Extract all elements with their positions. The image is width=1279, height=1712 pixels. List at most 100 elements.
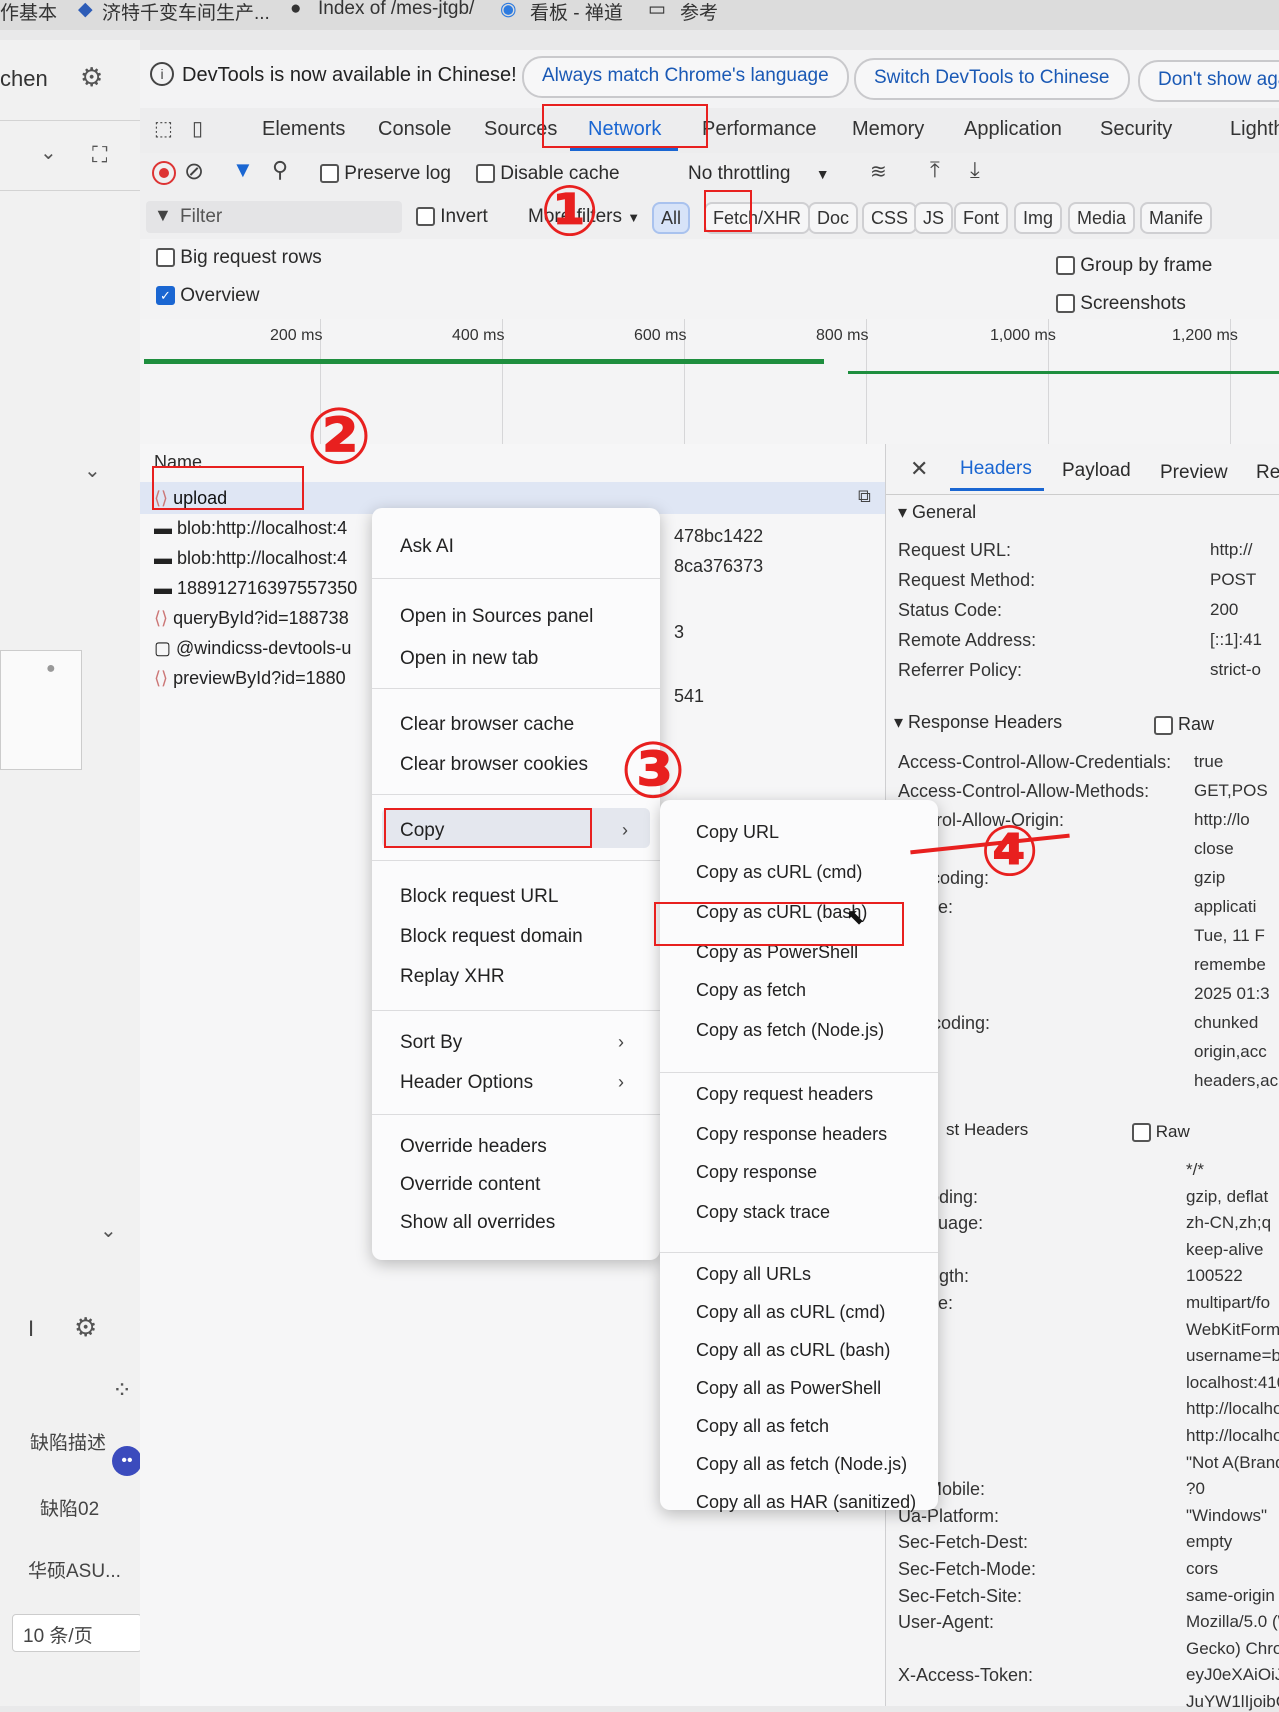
screenshots-checkbox[interactable]: Screenshots [1056, 293, 1186, 315]
table-row[interactable]: ▬ blob:http://localhost:4 [154, 548, 347, 569]
tab-payload[interactable]: Payload [1062, 460, 1131, 482]
menu-item-sort-by[interactable]: Sort By [400, 1032, 462, 1054]
chevron-down-icon[interactable]: ⌄ [100, 1218, 117, 1243]
annotation-number: ② [306, 392, 373, 482]
menu-item-clear-cookies[interactable]: Clear browser cookies [400, 754, 588, 776]
table-row[interactable]: ▬ 188912716397557350 [154, 578, 357, 599]
invert-checkbox[interactable]: Invert [416, 206, 488, 228]
table-row[interactable]: ⟨⟩ queryById?id=188738 [154, 608, 349, 629]
throttling-select[interactable]: No throttling ▼ [688, 163, 830, 185]
raw-checkbox[interactable]: Raw [1154, 714, 1214, 735]
open-in-panel-icon[interactable]: ⧉ [858, 486, 871, 507]
tab-headers[interactable]: Headers [960, 458, 1032, 480]
device-toggle-icon[interactable]: ▯ [192, 116, 203, 141]
filter-type-img[interactable]: Img [1014, 202, 1063, 234]
menu-item-header-options[interactable]: Header Options [400, 1072, 533, 1094]
tab-preview[interactable]: Preview [1160, 462, 1228, 484]
submenu-item[interactable]: Copy URL [696, 822, 779, 843]
submenu-item[interactable]: Copy response [696, 1162, 817, 1183]
submenu-item[interactable]: Copy all as fetch [696, 1416, 829, 1437]
clear-icon[interactable]: ● [46, 660, 56, 678]
request-headers-title[interactable]: st Headers [946, 1120, 1028, 1140]
close-icon[interactable]: ✕ [910, 456, 928, 482]
header-value: gzip [1194, 868, 1226, 887]
bookmark-item[interactable]: Index of /mes-jtgb/ [318, 0, 474, 20]
gear-icon[interactable]: ⚙ [80, 62, 103, 93]
tab-elements[interactable]: Elements [262, 118, 345, 141]
raw-checkbox[interactable]: Raw [1132, 1122, 1190, 1143]
filter-icon[interactable]: ▼ [232, 157, 254, 183]
assistant-icon[interactable]: •• [112, 1446, 142, 1476]
grid-icon[interactable]: ⁘ [112, 1376, 132, 1405]
inspect-icon[interactable]: ⬚ [154, 116, 173, 141]
general-section-toggle[interactable]: ▾ General [898, 502, 976, 523]
fullscreen-icon[interactable]: ⛶ [92, 142, 107, 168]
chevron-down-icon[interactable]: ⌄ [40, 140, 57, 165]
submenu-item[interactable]: Copy as fetch [696, 980, 806, 1001]
bookmark-item[interactable]: 参考 [680, 0, 718, 25]
submenu-item[interactable]: Copy all as cURL (cmd) [696, 1302, 885, 1323]
submenu-item[interactable]: Copy as fetch (Node.js) [696, 1020, 884, 1041]
menu-item-clear-cache[interactable]: Clear browser cache [400, 714, 574, 736]
response-headers-toggle[interactable]: ▾ Response Headers [894, 712, 1062, 733]
submenu-item[interactable]: Copy response headers [696, 1124, 887, 1145]
table-row[interactable]: ▢ @windicss-devtools-u [154, 638, 351, 659]
table-row[interactable]: ▬ blob:http://localhost:4 [154, 518, 347, 539]
menu-item-override-headers[interactable]: Override headers [400, 1136, 547, 1158]
bookmark-item[interactable]: 济特千变车间生产... [102, 0, 270, 25]
dont-show-button[interactable]: Don't show aga [1138, 60, 1279, 102]
filter-type-js[interactable]: JS [914, 202, 954, 234]
textarea[interactable] [0, 650, 82, 770]
filter-type-font[interactable]: Font [954, 202, 1009, 234]
menu-item-open-sources[interactable]: Open in Sources panel [400, 606, 593, 628]
submenu-item[interactable]: Copy all as fetch (Node.js) [696, 1454, 907, 1475]
record-icon[interactable] [152, 161, 176, 185]
submenu-item[interactable]: Copy all as PowerShell [696, 1378, 881, 1399]
network-conditions-icon[interactable]: ≋ [870, 159, 887, 184]
gear-icon[interactable]: ⚙ [74, 1312, 97, 1343]
submenu-item[interactable]: Copy all URLs [696, 1264, 811, 1285]
overview-checkbox[interactable]: ✓ Overview [156, 285, 259, 307]
big-rows-checkbox[interactable]: Big request rows [156, 247, 322, 269]
tab-memory[interactable]: Memory [852, 118, 924, 141]
submenu-item[interactable]: Copy all as HAR (sanitized) [696, 1492, 916, 1513]
submenu-item[interactable]: Copy request headers [696, 1084, 873, 1105]
table-row[interactable]: ⟨⟩ previewById?id=1880 [154, 668, 346, 689]
filter-type-all[interactable]: All [652, 202, 691, 234]
menu-item-replay-xhr[interactable]: Replay XHR [400, 966, 505, 988]
submenu-item[interactable]: Copy as cURL (cmd) [696, 862, 862, 883]
download-icon[interactable]: ⤓ [970, 157, 980, 183]
filter-type-doc[interactable]: Doc [808, 202, 859, 234]
tab-lighthouse[interactable]: Lighth [1230, 118, 1279, 141]
menu-item-ask-ai[interactable]: Ask AI [400, 536, 454, 558]
page-size-select[interactable]: 10 条/页 [12, 1614, 142, 1652]
clear-icon[interactable]: ⊘ [184, 157, 204, 186]
search-icon[interactable]: ⚲ [272, 157, 288, 183]
tab-application[interactable]: Application [964, 118, 1062, 141]
filter-type-css[interactable]: CSS [862, 202, 918, 234]
text-format-icon[interactable]: I [28, 1316, 34, 1342]
menu-item-open-new-tab[interactable]: Open in new tab [400, 648, 538, 670]
bookmark-item[interactable]: 看板 - 禅道 [530, 0, 623, 25]
filter-input[interactable]: ▼ Filter [146, 201, 402, 233]
bookmark-item[interactable]: 作基本 [0, 0, 57, 25]
group-by-frame-checkbox[interactable]: Group by frame [1056, 255, 1212, 277]
tab-console[interactable]: Console [378, 118, 451, 141]
submenu-item[interactable]: Copy stack trace [696, 1202, 830, 1223]
chevron-down-icon[interactable]: ⌄ [84, 458, 101, 483]
filter-type-manifest[interactable]: Manife [1140, 202, 1213, 234]
preserve-log-checkbox[interactable]: Preserve log [320, 163, 451, 185]
tab-response[interactable]: Res [1256, 462, 1279, 484]
menu-item-block-domain[interactable]: Block request domain [400, 926, 583, 948]
filter-type-media[interactable]: Media [1068, 202, 1136, 234]
upload-icon[interactable]: ⤒ [930, 157, 940, 183]
tab-performance[interactable]: Performance [702, 118, 817, 141]
tab-security[interactable]: Security [1100, 118, 1172, 141]
menu-item-show-overrides[interactable]: Show all overrides [400, 1212, 555, 1234]
switch-chinese-button[interactable]: Switch DevTools to Chinese [854, 58, 1130, 100]
match-language-button[interactable]: Always match Chrome's language [522, 56, 849, 98]
menu-item-override-content[interactable]: Override content [400, 1174, 540, 1196]
submenu-item[interactable]: Copy all as cURL (bash) [696, 1340, 890, 1361]
menu-item-block-url[interactable]: Block request URL [400, 886, 558, 908]
chevron-right-icon: › [618, 1072, 624, 1092]
